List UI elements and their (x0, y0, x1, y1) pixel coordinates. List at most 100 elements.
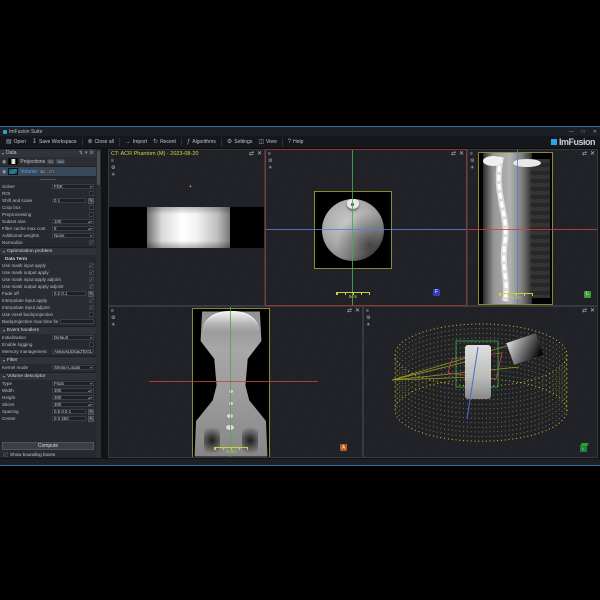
spin-field[interactable]: 300▴▾ (52, 402, 94, 407)
close-view-icon[interactable]: ✕ (590, 308, 595, 314)
toolbar-button-import[interactable]: →Import (122, 138, 150, 146)
checkbox-unchecked[interactable] (89, 205, 94, 210)
close-view-icon[interactable]: ✕ (257, 151, 262, 157)
menu-icon[interactable]: ≡ (268, 152, 272, 157)
edit-button[interactable]: ✎ (88, 416, 94, 422)
section-header-filter[interactable]: ▾Filter (0, 356, 96, 364)
spin-field[interactable]: 300▴▾ (52, 388, 94, 393)
close-view-icon[interactable]: ✕ (590, 151, 595, 157)
select-field[interactable]: Float▾ (52, 381, 94, 386)
show-bounding-boxes-row[interactable]: ✓ Show bounding boxes (0, 451, 96, 458)
text-field[interactable]: 0.2 0.1 (52, 291, 86, 296)
checkbox-checked[interactable]: ✓ (89, 284, 94, 289)
close-button[interactable]: ✕ (593, 129, 597, 135)
maximize-button[interactable]: □ (582, 129, 585, 135)
section-collapse-icon[interactable]: ▾ (3, 358, 5, 363)
edit-button[interactable]: ✎ (88, 198, 94, 204)
panel-splitter[interactable] (0, 177, 96, 182)
checkbox-unchecked[interactable] (89, 342, 94, 347)
toolbar-button-view[interactable]: ◫View (255, 138, 279, 146)
text-field[interactable]: 0 1 (52, 198, 86, 203)
data-item-projections[interactable]: ◉Projections2D360 (0, 157, 96, 167)
viewport-sagittal[interactable]: 5 cm L ⇄✕≡⚙☀ (467, 149, 598, 306)
collapse-icon[interactable]: ▾ (2, 151, 4, 156)
spin-field[interactable]: 100▴▾ (52, 219, 94, 224)
section-collapse-icon[interactable]: ▾ (3, 374, 5, 379)
crosshair-vertical-blue[interactable] (517, 150, 518, 305)
edit-button[interactable]: ✎ (88, 291, 94, 297)
toolbar-button-settings[interactable]: ⚙Settings (224, 138, 255, 146)
checkbox-checked[interactable]: ✓ (89, 270, 94, 275)
toolbar-button-recent[interactable]: ↻Recent (150, 138, 179, 146)
minimize-button[interactable]: — (569, 129, 574, 135)
brightness-icon[interactable]: ☀ (111, 323, 115, 328)
panel-viewport-splitter[interactable] (101, 149, 108, 458)
crosshair-vertical-green[interactable] (230, 307, 231, 458)
eye-icon[interactable]: ◉ (2, 159, 6, 165)
checkbox-checked[interactable]: ✓ (89, 305, 94, 310)
gear-icon[interactable]: ⚙ (111, 316, 115, 321)
viewport-axial[interactable]: 5cm F ⇄✕≡⚙☀ (265, 149, 467, 306)
gear-icon[interactable]: ⚙ (470, 159, 474, 164)
section-header-volume-descriptor[interactable]: ▾Volume descriptor (0, 372, 96, 380)
checkbox-checked[interactable]: ✓ (89, 240, 94, 245)
swap-view-icon[interactable]: ⇄ (582, 151, 587, 157)
eye-icon[interactable]: ◉ (2, 169, 6, 175)
scrollbar-thumb[interactable] (97, 151, 100, 185)
checkbox-checked[interactable]: ✓ (89, 263, 94, 268)
toolbar-button-help[interactable]: ?Help (285, 138, 307, 146)
gear-icon[interactable]: ⚙ (111, 166, 115, 171)
viewport-projections[interactable]: CT: ACR Phantom (M) - 2023-08-20 + ⇄✕≡⚙☀ (108, 149, 265, 306)
brightness-icon[interactable]: ☀ (111, 173, 115, 178)
text-field[interactable]: 0.5 0.5 1 (52, 409, 86, 414)
toolbar-button-open[interactable]: ▤Open (3, 138, 29, 146)
compute-button[interactable]: Compute (2, 442, 94, 450)
menu-icon[interactable]: ≡ (366, 309, 370, 314)
spin-field[interactable]: 8▴▾ (52, 226, 94, 231)
swap-view-icon[interactable]: ⇄ (582, 308, 587, 314)
orientation-cube[interactable]: L (580, 443, 589, 452)
close-view-icon[interactable]: ✕ (355, 308, 360, 314)
spin-field[interactable]: 300▴▾ (52, 395, 94, 400)
data-panel-header-icon-1[interactable]: ▾ (85, 150, 88, 156)
checkbox-checked[interactable]: ✓ (89, 277, 94, 282)
gear-icon[interactable]: ⚙ (268, 159, 272, 164)
toolbar-button-close-all[interactable]: ⊗Close all (85, 138, 117, 146)
select-field[interactable]: Shepp-Logan▾ (52, 365, 94, 370)
brightness-icon[interactable]: ☀ (268, 166, 272, 171)
section-collapse-icon[interactable]: ▾ (3, 328, 5, 333)
select-field[interactable]: Default▾ (52, 335, 94, 340)
data-panel-header-icon-2[interactable]: ⚙ (90, 150, 94, 156)
checkbox-unchecked[interactable] (89, 212, 94, 217)
text-field[interactable]: 0 0 250 (52, 416, 86, 421)
crosshair-horizontal-blue[interactable] (266, 229, 466, 230)
menu-icon[interactable]: ≡ (111, 159, 115, 164)
data-item-volume[interactable]: ◉Volume3DCT (0, 167, 96, 177)
text-field[interactable] (60, 319, 94, 324)
section-header-optimization-problem[interactable]: ▾Optimization problem (0, 247, 96, 255)
gear-icon[interactable]: ⚙ (366, 316, 370, 321)
left-panel-scrollbar[interactable] (96, 149, 101, 458)
toolbar-button-save-workspace[interactable]: ↧Save Workspace (29, 138, 80, 146)
crosshair-horizontal-red[interactable] (149, 381, 318, 382)
viewport-3d[interactable]: L ⇄✕≡⚙☀ (363, 306, 598, 459)
crosshair-vertical-green[interactable] (352, 150, 353, 305)
crosshair-horizontal-red[interactable] (468, 229, 597, 230)
checkbox-checked[interactable]: ✓ (89, 298, 94, 303)
swap-view-icon[interactable]: ⇄ (451, 151, 456, 157)
show-bounding-boxes-checkbox[interactable]: ✓ (3, 452, 8, 457)
swap-view-icon[interactable]: ⇄ (347, 308, 352, 314)
brightness-icon[interactable]: ☀ (470, 166, 474, 171)
data-panel-header-icon-0[interactable]: ⇅ (79, 150, 83, 156)
select-field[interactable]: None▾ (52, 233, 94, 238)
toolbar-button-algorithms[interactable]: ƒAlgorithms (184, 138, 219, 146)
menu-icon[interactable]: ≡ (111, 309, 115, 314)
edit-button[interactable]: ✎ (88, 409, 94, 415)
select-field[interactable]: FDK▾ (52, 184, 94, 189)
data-panel-header[interactable]: ▾ Data ⇅▾⚙ (0, 149, 96, 157)
swap-view-icon[interactable]: ⇄ (249, 151, 254, 157)
checkbox-unchecked[interactable] (89, 191, 94, 196)
close-view-icon[interactable]: ✕ (459, 151, 464, 157)
menu-icon[interactable]: ≡ (470, 152, 474, 157)
checkbox-unchecked[interactable] (89, 312, 94, 317)
